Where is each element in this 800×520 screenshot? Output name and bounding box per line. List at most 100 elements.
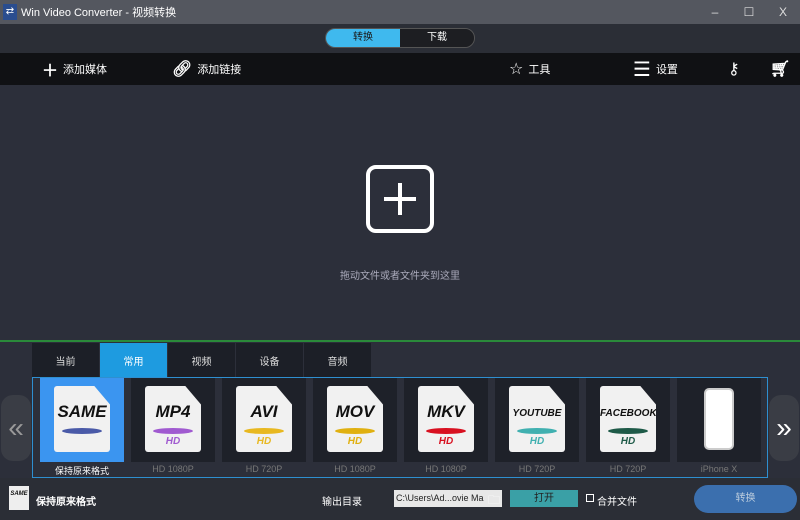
selected-format-label: 保持原来格式 <box>36 497 96 508</box>
format-hd: HD <box>620 436 636 447</box>
format-tile-bg: FACEBOOK HD <box>586 378 670 462</box>
format-tabs: 当前 常用 视频 设备 音频 <box>32 343 372 377</box>
format-label: HD 720P <box>518 464 556 474</box>
key-button[interactable]: ⚷ <box>728 53 740 85</box>
tab-device[interactable]: 设备 <box>236 343 304 377</box>
settings-label: 设置 <box>655 64 678 76</box>
format-file-icon: YOUTUBE HD <box>509 386 565 452</box>
cart-icon: 🛒︎ <box>770 61 791 78</box>
format-hd: HD <box>165 436 181 447</box>
link-icon: 🔗︎ <box>172 61 193 78</box>
format-tile-bg: MOV HD <box>313 378 397 462</box>
format-badge <box>426 428 466 434</box>
output-path-field[interactable]: C:\Users\Ad...ovie Ma <box>394 490 502 507</box>
format-name: MOV <box>335 402 375 421</box>
bottom-bar: SAME 保持原来格式 输出目录 C:\Users\Ad...ovie Ma 🗀… <box>0 478 800 520</box>
format-tile-bg: YOUTUBE HD <box>495 378 579 462</box>
format-label: 保持原来格式 <box>54 466 109 476</box>
open-button[interactable]: 打开 <box>510 490 578 507</box>
merge-label: 合并文件 <box>597 497 637 508</box>
format-file-icon: MOV HD <box>327 386 383 452</box>
format-list: SAME 保持原来格式 MP4 HD HD 1080P AVI HD HD 720P MOV HD… <box>32 377 768 478</box>
format-file-icon: FACEBOOK HD <box>600 386 656 452</box>
drop-hint: 拖动文件或者文件夹到这里 <box>340 271 460 282</box>
mode-convert-tab[interactable]: 转换 <box>326 29 400 47</box>
format-badge <box>335 428 375 434</box>
plus-icon: ＋ <box>42 63 59 80</box>
add-media-button[interactable]: ＋ 添加媒体 <box>42 53 107 85</box>
format-badge <box>517 428 557 434</box>
format-tile[interactable]: MKV HD HD 1080P <box>403 378 494 478</box>
add-link-button[interactable]: 🔗︎ 添加链接 <box>172 53 241 85</box>
format-tile[interactable]: AVI HD HD 720P <box>221 378 312 478</box>
format-tile[interactable]: FACEBOOK HD HD 720P <box>585 378 676 478</box>
drop-area[interactable]: 拖动文件或者文件夹到这里 <box>0 85 800 342</box>
convert-button[interactable]: 转换 <box>694 485 797 513</box>
format-tile-bg: SAME <box>40 378 124 462</box>
mode-download-tab[interactable]: 下载 <box>400 29 474 47</box>
phone-icon <box>704 388 734 450</box>
format-file-icon: MP4 HD <box>145 386 201 452</box>
format-tile[interactable]: iPhone X <box>676 378 767 478</box>
add-media-label: 添加媒体 <box>63 64 108 76</box>
minimize-button[interactable]: – <box>698 0 732 24</box>
format-tile[interactable]: MOV HD HD 1080P <box>312 378 403 478</box>
format-name: AVI <box>250 402 278 421</box>
format-badge <box>244 428 284 434</box>
format-label: HD 720P <box>245 464 283 474</box>
tools-button[interactable]: ☆ 工具 <box>509 53 550 85</box>
format-tile-bg <box>677 378 761 462</box>
scroll-left-button[interactable]: « <box>1 395 31 461</box>
settings-button[interactable]: ☰ 设置 <box>633 53 678 85</box>
window-title: Win Video Converter - 视频转换 <box>21 7 177 19</box>
format-name: FACEBOOK <box>600 408 657 419</box>
format-label: HD 720P <box>609 464 647 474</box>
format-name: YOUTUBE <box>512 408 562 419</box>
format-file-icon: AVI HD <box>236 386 292 452</box>
format-tile[interactable]: YOUTUBE HD HD 720P <box>494 378 585 478</box>
scroll-right-button[interactable]: » <box>769 395 799 461</box>
format-tile-bg: MKV HD <box>404 378 488 462</box>
cart-button[interactable]: 🛒︎ <box>770 53 790 85</box>
format-name: SAME <box>57 402 107 421</box>
close-button[interactable]: X <box>766 0 800 24</box>
star-icon: ☆ <box>509 61 524 78</box>
tools-label: 工具 <box>528 64 551 76</box>
format-tile-bg: AVI HD <box>222 378 306 462</box>
selected-format-icon: SAME <box>9 486 29 510</box>
format-tile[interactable]: SAME 保持原来格式 <box>39 378 130 478</box>
maximize-button[interactable]: ☐ <box>732 0 766 24</box>
format-tile-bg: MP4 HD <box>131 378 215 462</box>
format-label: HD 1080P <box>152 464 194 474</box>
format-label: HD 1080P <box>334 464 376 474</box>
folder-icon[interactable]: 🗀 <box>488 491 500 512</box>
mode-bar: 转换 下载 <box>0 24 800 53</box>
format-hd: HD <box>347 436 363 447</box>
title-bar: ⇄ Win Video Converter - 视频转换 – ☐ X <box>0 0 800 24</box>
format-tile[interactable]: MP4 HD HD 1080P <box>130 378 221 478</box>
tab-common[interactable]: 常用 <box>100 343 168 377</box>
format-hd: HD <box>256 436 272 447</box>
tab-video[interactable]: 视频 <box>168 343 236 377</box>
format-file-icon: MKV HD <box>418 386 474 452</box>
format-badge <box>608 428 648 434</box>
toolbar: ＋ 添加媒体 🔗︎ 添加链接 ☆ 工具 ☰ 设置 ⚷ 🛒︎ <box>0 53 800 85</box>
key-icon: ⚷ <box>728 61 740 78</box>
tab-audio[interactable]: 音频 <box>304 343 372 377</box>
format-badge <box>62 428 102 434</box>
add-file-plus-icon[interactable] <box>366 165 434 233</box>
app-logo-icon: ⇄ <box>3 4 17 20</box>
tab-current[interactable]: 当前 <box>32 343 100 377</box>
format-file-icon: SAME <box>54 386 110 452</box>
merge-checkbox[interactable] <box>586 494 594 502</box>
format-label: iPhone X <box>700 464 738 474</box>
format-label: HD 1080P <box>425 464 467 474</box>
format-hd: HD <box>438 436 454 447</box>
add-link-label: 添加链接 <box>197 64 242 76</box>
format-name: MP4 <box>155 402 191 421</box>
format-hd: HD <box>529 436 545 447</box>
format-badge <box>153 428 193 434</box>
menu-icon: ☰ <box>633 58 651 81</box>
output-dir-label: 输出目录 <box>322 497 362 508</box>
format-name: MKV <box>427 402 465 421</box>
